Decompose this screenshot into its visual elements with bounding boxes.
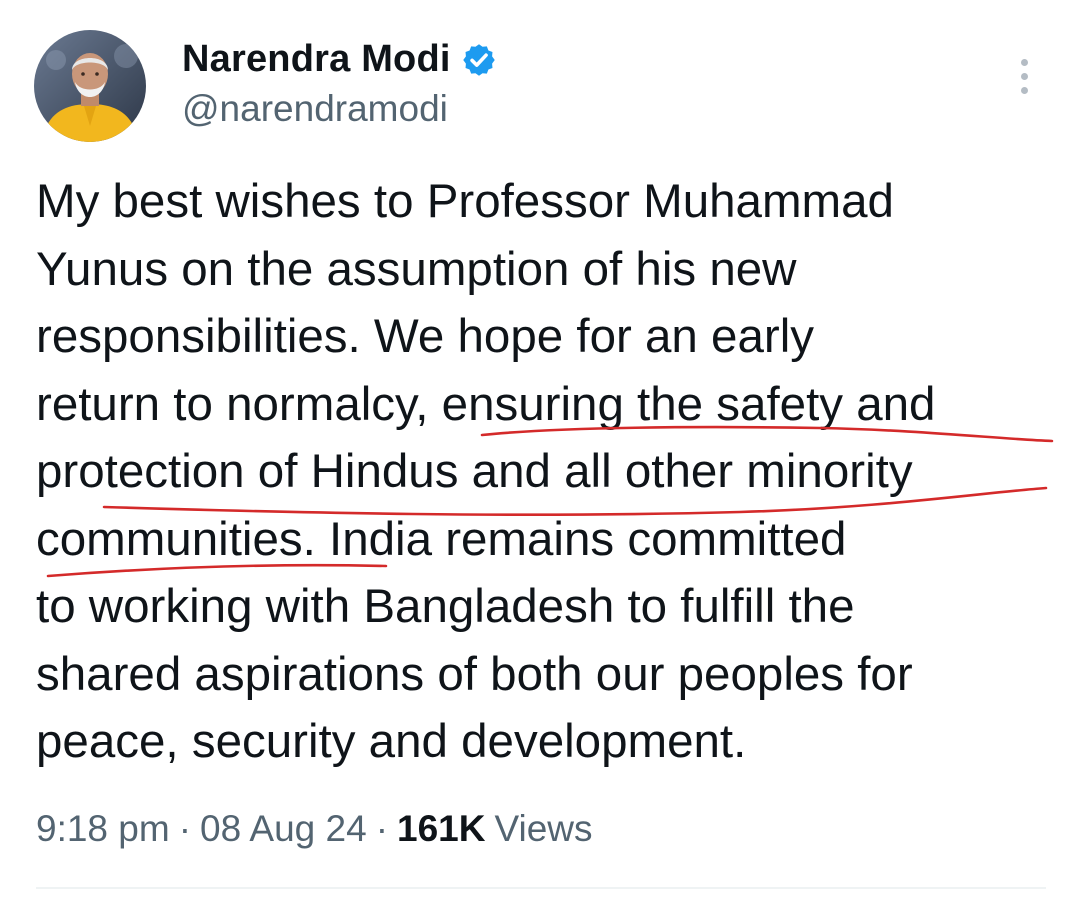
avatar[interactable] xyxy=(34,30,146,142)
more-dot xyxy=(1020,86,1028,94)
tweet-line: peace, security and development. xyxy=(36,715,747,768)
tweet-time[interactable]: 9:18 pm xyxy=(36,808,170,850)
verified-badge-icon xyxy=(462,44,495,76)
profile-photo xyxy=(34,30,146,142)
tweet-line: My best wishes to Professor Muhammad xyxy=(36,175,894,228)
tweet-line: Yunus on the assumption of his new xyxy=(36,242,797,296)
more-options-icon[interactable] xyxy=(1004,52,1044,100)
user-handle[interactable]: @narendramodi xyxy=(182,88,448,130)
display-name[interactable]: Narendra Modi xyxy=(182,38,451,81)
author-name-row: Narendra Modi xyxy=(182,36,497,82)
tweet-date[interactable]: 08 Aug 24 xyxy=(200,808,367,850)
tweet-text: My best wishes to Professor Muhammad Yun… xyxy=(36,168,1056,776)
tweet-line: return to normalcy, ensuring the safety … xyxy=(36,377,936,431)
tweet-line: communities. India remains committed xyxy=(36,512,847,566)
tweet-meta: 9:18 pm · 08 Aug 24 · 161K Views xyxy=(36,808,593,850)
divider xyxy=(36,887,1046,889)
views-label: Views xyxy=(494,808,593,849)
tweet-card: Narendra Modi @narendramodi My best wish… xyxy=(0,0,1080,903)
meta-separator: · xyxy=(375,808,389,849)
meta-separator: · xyxy=(178,808,192,849)
views-count[interactable]: 161K xyxy=(397,808,485,850)
tweet-line: shared aspirations of both our peoples f… xyxy=(36,647,913,701)
tweet-line: responsibilities. We hope for an early xyxy=(36,310,814,363)
tweet-line: to working with Bangladesh to fulfill th… xyxy=(36,580,855,633)
more-dot xyxy=(1020,72,1028,80)
tweet-line: protection of Hindus and all other minor… xyxy=(36,445,913,498)
more-dot xyxy=(1020,58,1028,66)
